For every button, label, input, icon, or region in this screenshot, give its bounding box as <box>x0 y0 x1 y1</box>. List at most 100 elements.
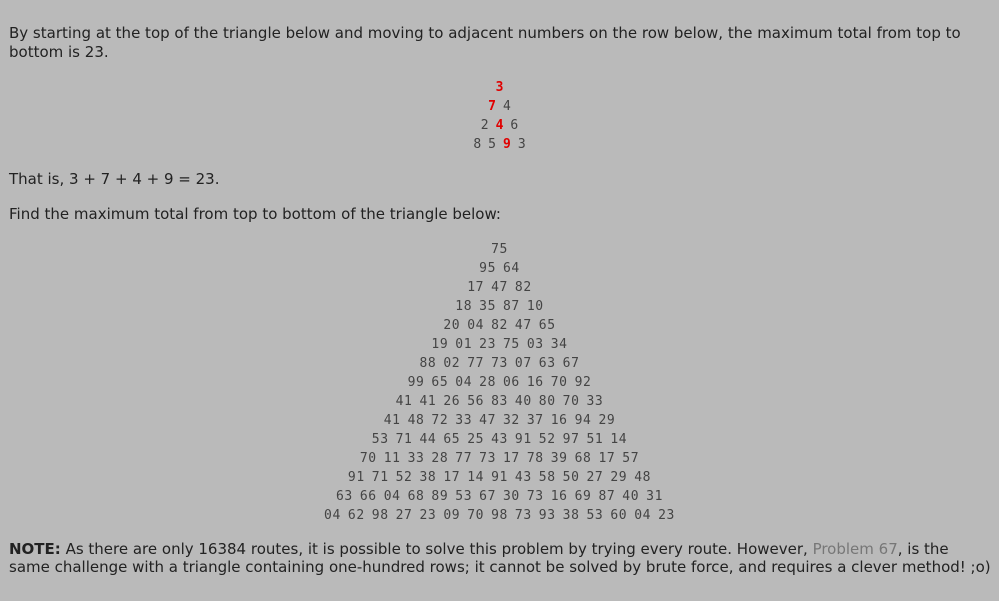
triangle-number: 30 <box>503 489 520 504</box>
triangle-number: 53 <box>455 489 473 504</box>
triangle-number: 16 <box>550 413 568 428</box>
triangle-number: 25 <box>467 432 485 447</box>
triangle-number: 47 <box>491 280 508 295</box>
triangle-number: 32 <box>503 413 520 428</box>
triangle-number: 14 <box>610 432 628 447</box>
triangle-number: 38 <box>419 470 437 485</box>
triangle-row: 17 47 82 <box>0 278 999 297</box>
triangle-number: 16 <box>526 375 544 390</box>
triangle-number: 47 <box>479 413 496 428</box>
triangle-number: 98 <box>371 508 389 523</box>
triangle-number: 35 <box>479 299 496 314</box>
triangle-number: 29 <box>598 413 616 428</box>
triangle-number: 40 <box>514 394 532 409</box>
triangle-number: 50 <box>562 470 580 485</box>
triangle-row: 04 62 98 27 23 09 70 98 73 93 38 53 60 04 23 <box>0 506 999 525</box>
triangle-number: 69 <box>574 489 592 504</box>
triangle-number: 68 <box>407 489 425 504</box>
triangle-number: 23 <box>658 508 675 523</box>
triangle-number: 33 <box>455 413 473 428</box>
triangle-number: 72 <box>431 413 449 428</box>
problem-page: By starting at the top of the triangle b… <box>0 0 999 601</box>
triangle-row: 41 41 26 56 83 40 80 70 33 <box>0 392 999 411</box>
triangle-number: 99 <box>407 375 425 390</box>
triangle-number: 78 <box>526 451 544 466</box>
path-number: 7 <box>488 99 496 114</box>
triangle-number: 27 <box>395 508 413 523</box>
triangle-number: 70 <box>550 375 568 390</box>
triangle-number: 53 <box>371 432 389 447</box>
triangle-number: 82 <box>514 280 532 295</box>
triangle-number: 19 <box>431 337 449 352</box>
triangle-number: 73 <box>514 508 532 523</box>
triangle-number: 73 <box>526 489 544 504</box>
triangle-number: 10 <box>526 299 544 314</box>
triangle-number: 93 <box>538 508 556 523</box>
triangle-number: 67 <box>479 489 496 504</box>
triangle-number: 20 <box>443 318 461 333</box>
problem-67-link[interactable]: Problem 67 <box>813 540 898 558</box>
triangle-number: 17 <box>443 470 461 485</box>
triangle-number: 71 <box>371 470 389 485</box>
example-triangle-row: 8593 <box>0 135 999 154</box>
triangle-number: 63 <box>335 489 353 504</box>
triangle-number: 01 <box>455 337 473 352</box>
triangle-number: 66 <box>359 489 377 504</box>
triangle-number: 14 <box>467 470 485 485</box>
triangle-number: 37 <box>526 413 544 428</box>
triangle-number: 17 <box>598 451 616 466</box>
triangle-number: 41 <box>395 394 413 409</box>
triangle-number: 11 <box>383 451 401 466</box>
triangle-row: 95 64 <box>0 259 999 278</box>
triangle-number: 44 <box>419 432 437 447</box>
triangle-number: 65 <box>538 318 556 333</box>
example-triangle: 3742468593 <box>0 78 999 154</box>
triangle-number: 23 <box>479 337 496 352</box>
triangle-number: 98 <box>491 508 508 523</box>
triangle-number: 04 <box>455 375 473 390</box>
triangle-number: 33 <box>586 394 604 409</box>
triangle-number: 75 <box>503 337 520 352</box>
triangle-number: 97 <box>562 432 580 447</box>
triangle-number: 82 <box>491 318 508 333</box>
triangle-row: 53 71 44 65 25 43 91 52 97 51 14 <box>0 430 999 449</box>
triangle-number: 57 <box>622 451 640 466</box>
triangle-number: 80 <box>538 394 556 409</box>
triangle-number: 33 <box>407 451 425 466</box>
triangle-row: 99 65 04 28 06 16 70 92 <box>0 373 999 392</box>
triangle-number: 77 <box>467 356 485 371</box>
triangle-number: 04 <box>324 508 341 523</box>
path-number: 3 <box>495 80 504 95</box>
triangle-number: 28 <box>431 451 449 466</box>
note-label: NOTE: <box>9 540 61 558</box>
triangle-number: 60 <box>610 508 628 523</box>
triangle-number: 52 <box>538 432 556 447</box>
triangle-number: 6 <box>510 118 519 133</box>
triangle-number: 71 <box>395 432 413 447</box>
triangle-number: 70 <box>359 451 377 466</box>
triangle-number: 17 <box>467 280 485 295</box>
triangle-number: 91 <box>491 470 508 485</box>
triangle-row: 75 <box>0 240 999 259</box>
triangle-number: 40 <box>622 489 640 504</box>
triangle-number: 87 <box>598 489 616 504</box>
triangle-number: 52 <box>395 470 413 485</box>
triangle-number: 04 <box>634 508 652 523</box>
example-triangle-row: 246 <box>0 116 999 135</box>
triangle-number: 75 <box>491 242 508 257</box>
triangle-number: 88 <box>419 356 437 371</box>
path-number: 4 <box>495 118 504 133</box>
triangle-number: 62 <box>347 508 365 523</box>
triangle-row: 88 02 77 73 07 63 67 <box>0 354 999 373</box>
triangle-row: 70 11 33 28 77 73 17 78 39 68 17 57 <box>0 449 999 468</box>
note-text-before: As there are only 16384 routes, it is po… <box>60 540 813 558</box>
triangle-row: 20 04 82 47 65 <box>0 316 999 335</box>
triangle-number: 89 <box>431 489 449 504</box>
example-triangle-row: 74 <box>0 97 999 116</box>
triangle-number: 3 <box>517 137 526 152</box>
triangle-number: 31 <box>646 489 664 504</box>
triangle-number: 83 <box>491 394 508 409</box>
triangle-number: 41 <box>383 413 401 428</box>
triangle-number: 68 <box>574 451 592 466</box>
triangle-number: 04 <box>467 318 485 333</box>
